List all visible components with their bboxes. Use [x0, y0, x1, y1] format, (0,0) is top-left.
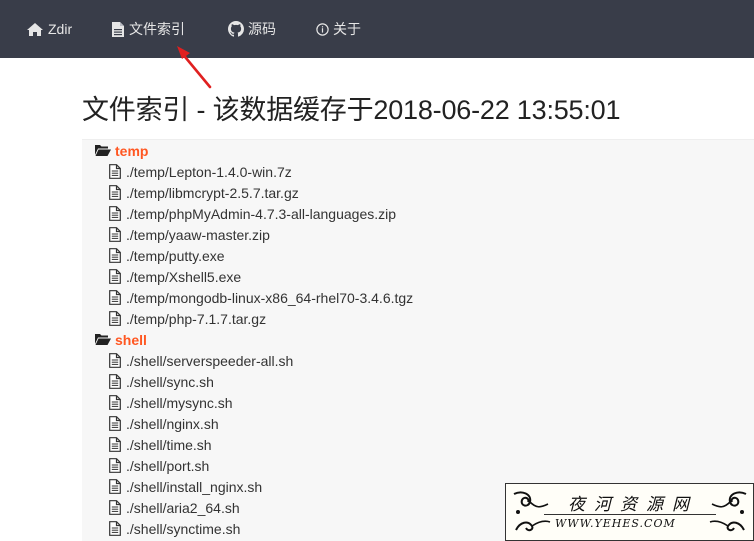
- file-link[interactable]: ./shell/time.sh: [126, 437, 212, 453]
- file-row[interactable]: ./shell/time.sh: [109, 434, 212, 455]
- file-link[interactable]: ./temp/php-7.1.7.tar.gz: [126, 311, 266, 327]
- file-row[interactable]: ./shell/install_nginx.sh: [109, 476, 262, 497]
- ornament-left-icon: [513, 491, 551, 532]
- file-link[interactable]: ./shell/aria2_64.sh: [126, 500, 240, 516]
- file-row[interactable]: ./shell/serverspeeder-all.sh: [109, 350, 293, 371]
- folder-row-shell[interactable]: shell: [95, 329, 147, 350]
- file-link[interactable]: ./temp/phpMyAdmin-4.7.3-all-languages.zi…: [126, 206, 396, 222]
- folder-label: shell: [115, 331, 147, 348]
- watermark-divider: [544, 514, 716, 515]
- folder-open-icon: [95, 334, 111, 345]
- page-title: 文件索引 - 该数据缓存于2018-06-22 13:55:01: [82, 95, 621, 125]
- watermark-stamp: 夜河资源网 WWW.YEHES.COM: [505, 483, 754, 541]
- file-row[interactable]: ./shell/sync.sh: [109, 371, 214, 392]
- file-row[interactable]: ./temp/phpMyAdmin-4.7.3-all-languages.zi…: [109, 203, 396, 224]
- file-text-icon: [109, 395, 121, 410]
- file-text-icon: [109, 290, 121, 305]
- file-text-icon: [109, 248, 121, 263]
- file-link[interactable]: ./temp/Xshell5.exe: [126, 269, 241, 285]
- nav-source-label: 源码: [248, 21, 276, 37]
- file-link[interactable]: ./shell/install_nginx.sh: [126, 479, 262, 495]
- file-row[interactable]: ./temp/Lepton-1.4.0-win.7z: [109, 161, 292, 182]
- file-link[interactable]: ./shell/synctime.sh: [126, 521, 240, 537]
- file-text-icon: [109, 437, 121, 452]
- file-row[interactable]: ./temp/php-7.1.7.tar.gz: [109, 308, 266, 329]
- file-row[interactable]: ./shell/port.sh: [109, 455, 209, 476]
- file-link[interactable]: ./shell/serverspeeder-all.sh: [126, 353, 293, 369]
- file-row[interactable]: ./temp/Xshell5.exe: [109, 266, 241, 287]
- nav-home-label: Zdir: [48, 21, 73, 37]
- nav-file-index-label: 文件索引: [129, 21, 185, 37]
- file-text-icon: [109, 206, 121, 221]
- github-icon: [228, 21, 244, 37]
- file-link[interactable]: ./temp/putty.exe: [126, 248, 225, 264]
- folder-open-icon: [95, 145, 111, 156]
- file-text-icon: [109, 353, 121, 368]
- file-row[interactable]: ./shell/mysync.sh: [109, 392, 233, 413]
- file-row[interactable]: ./temp/libmcrypt-2.5.7.tar.gz: [109, 182, 299, 203]
- file-text-icon: [109, 374, 121, 389]
- top-navbar: Zdir 文件索引 源码 关于: [0, 0, 754, 58]
- watermark-url: WWW.YEHES.COM: [555, 517, 676, 530]
- file-link[interactable]: ./shell/sync.sh: [126, 374, 214, 390]
- file-row[interactable]: ./temp/putty.exe: [109, 245, 225, 266]
- file-text-icon: [109, 500, 121, 515]
- folder-row-temp[interactable]: temp: [95, 140, 148, 161]
- nav-about[interactable]: 关于: [316, 0, 361, 58]
- watermark-text: 夜河资源网: [568, 495, 698, 515]
- nav-source[interactable]: 源码: [228, 0, 276, 58]
- file-text-icon: [109, 479, 121, 494]
- home-icon: [27, 22, 43, 36]
- file-link[interactable]: ./shell/mysync.sh: [126, 395, 233, 411]
- nav-home[interactable]: Zdir: [26, 0, 72, 58]
- file-text-icon: [109, 311, 121, 326]
- file-text-icon: [109, 185, 121, 200]
- file-link[interactable]: ./shell/port.sh: [126, 458, 209, 474]
- file-row[interactable]: ./temp/yaaw-master.zip: [109, 224, 270, 245]
- annotation-arrow-icon: [177, 46, 212, 89]
- nav-about-label: 关于: [333, 21, 361, 37]
- info-icon: [316, 22, 329, 36]
- file-icon: [112, 21, 124, 37]
- file-link[interactable]: ./temp/Lepton-1.4.0-win.7z: [126, 164, 292, 180]
- file-link[interactable]: ./temp/yaaw-master.zip: [126, 227, 270, 243]
- file-text-icon: [109, 164, 121, 179]
- file-text-icon: [109, 269, 121, 284]
- folder-label: temp: [115, 142, 149, 159]
- ornament-right-icon: [709, 491, 747, 532]
- file-list: temp ./temp/Lepton-1.4.0-win.7z ./temp/l…: [82, 139, 754, 541]
- file-row[interactable]: ./shell/nginx.sh: [109, 413, 219, 434]
- file-row[interactable]: ./shell/synctime.sh: [109, 518, 240, 539]
- file-text-icon: [109, 458, 121, 473]
- file-text-icon: [109, 416, 121, 431]
- file-text-icon: [109, 521, 121, 536]
- file-row[interactable]: ./temp/mongodb-linux-x86_64-rhel70-3.4.6…: [109, 287, 413, 308]
- file-link[interactable]: ./shell/nginx.sh: [126, 416, 219, 432]
- file-link[interactable]: ./temp/libmcrypt-2.5.7.tar.gz: [126, 185, 299, 201]
- file-link[interactable]: ./temp/mongodb-linux-x86_64-rhel70-3.4.6…: [126, 290, 413, 306]
- file-text-icon: [109, 227, 121, 242]
- file-row[interactable]: ./shell/aria2_64.sh: [109, 497, 240, 518]
